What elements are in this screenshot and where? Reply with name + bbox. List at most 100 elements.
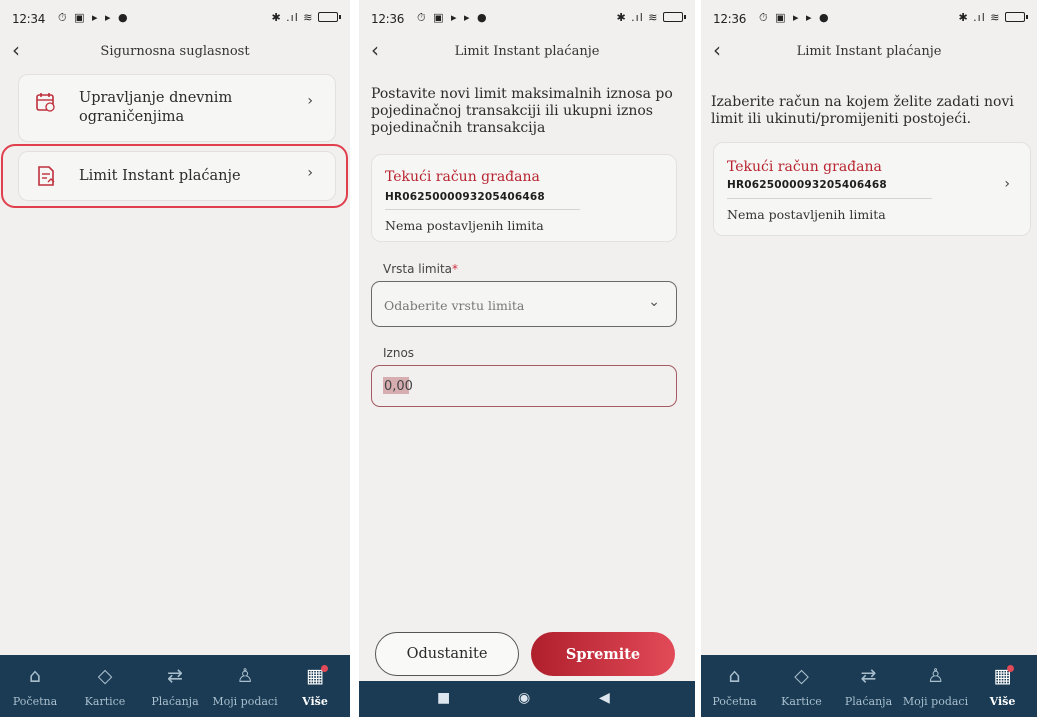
page-title: Limit Instant plaćanje	[454, 44, 600, 59]
account-card-selectable[interactable]: Tekući račun građana HR06250000932054064…	[713, 142, 1031, 236]
tab-label: Plaćanja	[844, 695, 893, 708]
tab-label: Moji podaci	[212, 695, 278, 708]
amount-label: Iznos	[383, 346, 415, 360]
tab-vise[interactable]: ▦ Više	[280, 655, 350, 717]
grid-icon: ▦	[306, 665, 324, 687]
menu-label-daily-limits: Upravljanje dnevnim ograničenjima	[79, 89, 232, 127]
screen-instant-limit-form: 12:36 ⏱ ▣ ▸ ▸ ● ✱ .ıl ≋ ‹ Limit Instant …	[359, 0, 695, 717]
document-limit-icon	[38, 166, 55, 186]
home-icon: ⌂	[28, 665, 42, 687]
status-notification-icons: ⏱ ▣ ▸ ▸ ●	[58, 11, 130, 24]
required-marker: *	[452, 262, 459, 276]
top-bar: ‹ Limit Instant plaćanje	[359, 38, 695, 68]
tab-placanja[interactable]: ⇄ Plaćanja	[835, 655, 902, 717]
menu-label-line2: ograničenjima	[79, 109, 185, 125]
signal-icons: ✱ .ıl ≋	[616, 11, 659, 24]
notification-dot	[1007, 665, 1014, 672]
intro-text: Izaberite račun na kojem želite zadati n…	[711, 94, 1031, 128]
tab-label: Više	[989, 695, 1016, 708]
screen-security-consent: 12:34 ⏱ ▣ ▸ ▸ ● ✱ .ıl ≋ ‹ Sigurnosna sug…	[0, 0, 350, 717]
card-icon: ◇	[794, 665, 809, 687]
tab-placanja[interactable]: ⇄ Plaćanja	[140, 655, 210, 717]
status-bar: 12:36 ⏱ ▣ ▸ ▸ ● ✱ .ıl ≋	[701, 10, 1037, 30]
chevron-right-icon: ›	[307, 93, 313, 109]
cancel-button[interactable]: Odustanite	[375, 632, 519, 676]
intro-line: Postavite novi limit maksimalnih iznosa …	[371, 86, 673, 102]
tab-kartice[interactable]: ◇ Kartice	[70, 655, 140, 717]
status-time: 12:36	[713, 12, 747, 26]
top-bar: ‹ Limit Instant plaćanje	[701, 38, 1037, 68]
status-bar: 12:36 ⏱ ▣ ▸ ▸ ● ✱ .ıl ≋	[359, 10, 695, 30]
status-system-icons: ✱ .ıl ≋	[616, 11, 686, 24]
amount-field-wrap	[371, 365, 677, 407]
account-limit-note: Nema postavljenih limita	[385, 218, 544, 233]
menu-label-line1: Upravljanje dnevnim	[79, 90, 233, 106]
status-time: 12:34	[12, 12, 46, 26]
tab-label: Plaćanja	[151, 695, 199, 708]
bottom-tab-bar: ⌂ Početna ◇ Kartice ⇄ Plaćanja ♙ Moji po…	[701, 655, 1037, 717]
account-name: Tekući račun građana	[385, 169, 540, 185]
bottom-tab-bar: ⌂ Početna ◇ Kartice ⇄ Plaćanja ♙ Moji po…	[0, 655, 350, 717]
tab-label: Kartice	[781, 695, 822, 708]
tab-pocetna[interactable]: ⌂ Početna	[0, 655, 70, 717]
limit-type-placeholder: Odaberite vrstu limita	[384, 298, 525, 313]
tab-label: Početna	[12, 695, 58, 708]
card-icon: ◇	[97, 665, 113, 687]
signal-icons: ✱ .ıl ≋	[958, 11, 1001, 24]
screen-select-account: 12:36 ⏱ ▣ ▸ ▸ ● ✱ .ıl ≋ ‹ Limit Instant …	[701, 0, 1037, 717]
grid-icon: ▦	[993, 665, 1012, 687]
divider	[385, 209, 580, 210]
account-name: Tekući račun građana	[727, 159, 882, 175]
status-time: 12:36	[371, 12, 405, 26]
transfer-icon: ⇄	[167, 665, 183, 687]
intro-line: pojedinačnih transakcija	[371, 120, 546, 136]
chevron-right-icon: ›	[307, 165, 313, 181]
tab-label: Više	[302, 695, 328, 708]
tab-moji-podaci[interactable]: ♙ Moji podaci	[210, 655, 280, 717]
status-notification-icons: ⏱ ▣ ▸ ▸ ●	[417, 11, 489, 24]
tab-vise[interactable]: ▦ Više	[969, 655, 1036, 717]
chevron-right-icon: ›	[1004, 176, 1010, 192]
signal-icons: ✱ .ıl ≋	[271, 11, 314, 24]
save-button[interactable]: Spremite	[531, 632, 675, 676]
tab-kartice[interactable]: ◇ Kartice	[768, 655, 835, 717]
battery-icon	[1005, 12, 1028, 22]
page-title: Limit Instant plaćanje	[796, 44, 942, 59]
home-icon: ⌂	[728, 665, 741, 687]
account-card: Tekući račun građana HR06250000932054064…	[371, 154, 677, 242]
transfer-icon: ⇄	[860, 665, 877, 687]
amount-input[interactable]	[371, 365, 677, 407]
calendar-limit-icon	[36, 93, 55, 112]
menu-item-daily-limits[interactable]: Upravljanje dnevnim ograničenjima ›	[18, 74, 336, 142]
page-title: Sigurnosna suglasnost	[100, 44, 250, 59]
divider	[727, 198, 932, 199]
account-iban: HR0625000093205406468	[727, 179, 887, 191]
chevron-down-icon: ⌄	[648, 294, 660, 310]
tab-label: Kartice	[84, 695, 126, 708]
back-triangle-icon[interactable]: ◀	[599, 690, 610, 706]
tab-moji-podaci[interactable]: ♙ Moji podaci	[902, 655, 969, 717]
account-limit-note: Nema postavljenih limita	[727, 207, 886, 222]
intro-line: pojedinačnoj transakciji ili ukupni izno…	[371, 103, 653, 119]
tab-label: Početna	[712, 695, 757, 708]
intro-line: Izaberite račun na kojem želite zadati n…	[711, 94, 1014, 110]
limit-type-select[interactable]: Odaberite vrstu limita ⌄	[371, 281, 677, 327]
status-notification-icons: ⏱ ▣ ▸ ▸ ●	[759, 11, 831, 24]
user-icon: ♙	[236, 665, 254, 687]
limit-type-label-text: Vrsta limita	[383, 262, 453, 276]
menu-item-instant-limit[interactable]: Limit Instant plaćanje ›	[18, 151, 336, 201]
intro-line: limit ili ukinuti/promijeniti postojeći.	[711, 111, 972, 127]
status-system-icons: ✱ .ıl ≋	[958, 11, 1028, 24]
battery-icon	[663, 12, 686, 22]
user-icon: ♙	[926, 665, 945, 687]
account-iban: HR0625000093205406468	[385, 191, 545, 203]
system-navigation-bar: ■ ◉ ◀	[359, 681, 695, 717]
top-bar: ‹ Sigurnosna suglasnost	[0, 38, 350, 68]
recents-icon[interactable]: ■	[437, 690, 450, 706]
tab-pocetna[interactable]: ⌂ Početna	[701, 655, 768, 717]
tab-label: Moji podaci	[902, 695, 969, 708]
home-circle-icon[interactable]: ◉	[518, 690, 530, 706]
intro-text: Postavite novi limit maksimalnih iznosa …	[371, 86, 689, 137]
menu-label-instant-limit: Limit Instant plaćanje	[79, 168, 241, 184]
limit-type-label: Vrsta limita*	[383, 262, 458, 276]
